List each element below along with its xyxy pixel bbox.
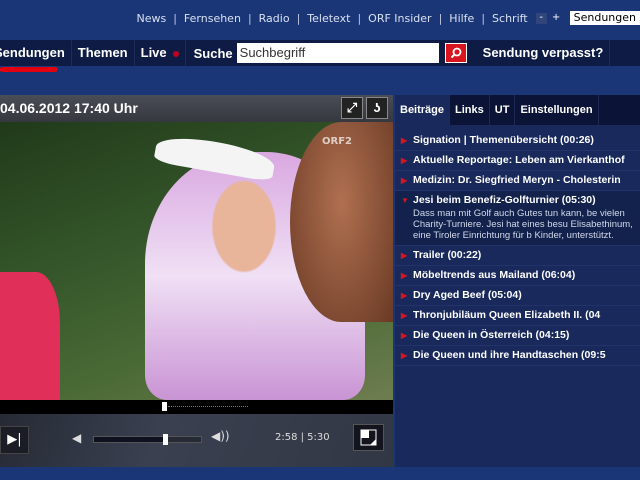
top-links: News | Fernsehen | Radio | Teletext | ORF In… [136,11,640,25]
segment-item[interactable]: ▶ Aktuelle Reportage: Leben am Vierkantho… [395,151,640,171]
link-orf-insider[interactable]: ORF Insider [368,12,431,25]
tab-beitraege[interactable]: Beiträge [395,95,451,125]
main-nav: Sendungen Themen Live Suche Suchbegriff … [0,40,640,66]
segment-item[interactable]: ▶ Die Queen in Österreich (04:15) [395,326,640,346]
tab-einstellungen[interactable]: Einstellungen [515,95,599,125]
link-news[interactable]: News [136,12,166,25]
segment-item[interactable]: ▶ Dry Aged Beef (05:04) [395,286,640,306]
speaker-low-icon: ◀ [72,431,82,445]
mute-button[interactable]: ◀ [72,431,81,445]
chevron-right-icon: ▶ [401,136,408,145]
chevron-right-icon: ▶ [401,331,408,340]
audio-description-icon[interactable]: ʖ [366,97,388,119]
speaker-high-icon: ◀)) [211,429,230,443]
segment-item[interactable]: ▶ Trailer (00:22) [395,246,640,266]
nav-themen[interactable]: Themen [72,40,135,66]
fullscreen-icon [360,429,377,446]
popout-icon[interactable]: ⤢ [341,97,363,119]
segment-title: Trailer (00:22) [413,249,482,261]
nav-sendungen[interactable]: Sendungen [0,40,72,66]
segment-item[interactable]: ▶ Thronjubiläum Queen Elizabeth II. (04 [395,306,640,326]
chevron-down-icon: ▼ [401,196,409,205]
link-radio[interactable]: Radio [259,12,290,25]
segment-description-line: Dass man mit Golf auch Gutes tun kann, b… [413,208,598,219]
font-smaller-button[interactable]: - [535,12,547,24]
nav-live-label: Live [140,45,167,60]
search-button[interactable] [444,43,467,63]
page-bottom [0,467,640,480]
segment-title: Thronjubiläum Queen Elizabeth II. (04 [413,309,601,321]
chevron-right-icon: ▶ [401,351,408,360]
link-fernsehen[interactable]: Fernsehen [184,12,241,25]
segment-item[interactable]: ▶ Medizin: Dr. Siegfried Meryn - Choleste… [395,171,640,191]
panel-tabs: Beiträge Links UT Einstellungen [395,95,640,125]
active-nav-indicator [0,67,57,72]
volume-handle[interactable] [162,434,168,445]
link-hilfe[interactable]: Hilfe [449,12,474,25]
font-larger-button[interactable]: + [551,12,562,24]
segment-title: Signation | Themenübersicht (00:26) [413,134,594,146]
volume-fill [94,437,165,442]
skip-next-button[interactable]: ▶| [0,426,29,454]
progress-handle[interactable] [162,402,167,411]
segment-item[interactable]: ▶ Signation | Themenübersicht (00:26) [395,131,640,151]
segment-title: Dry Aged Beef (05:04) [413,289,522,301]
volume-slider[interactable] [93,434,202,445]
progress-bar[interactable] [0,400,393,414]
segment-description-line: Kinder, unterstützt. [534,230,614,241]
tab-links[interactable]: Links [450,95,490,125]
tab-ut[interactable]: UT [490,95,516,125]
search-icon [450,47,462,59]
segment-title: Medizin: Dr. Siegfried Meryn - Cholester… [413,174,621,186]
link-teletext[interactable]: Teletext [307,12,350,25]
font-size-label: Schrift [492,11,528,25]
segment-title: Jesi beim Benefiz-Golfturnier (05:30) [413,194,596,206]
time-display: 2:58 | 5:30 [275,432,330,443]
broadcast-date: 04.06.2012 17:40 Uhr [0,100,138,116]
chevron-right-icon: ▶ [401,176,408,185]
segment-description: Dass man mit Golf auch Gutes tun kann, b… [413,208,636,241]
top-bar: News | Fernsehen | Radio | Teletext | ORF In… [0,0,640,38]
chevron-right-icon: ▶ [401,156,408,165]
chevron-right-icon: ▶ [401,291,408,300]
segment-item[interactable]: ▶ Möbeltrends aus Mailand (06:04) [395,266,640,286]
segment-item[interactable]: ▼ Jesi beim Benefiz-Golfturnier (05:30) Da… [395,191,640,246]
segment-list: ▶ Signation | Themenübersicht (00:26) ▶ Akt… [395,125,640,366]
person-right [290,122,393,322]
skip-next-icon: ▶| [7,432,22,447]
search-input[interactable]: Suchbegriff [236,43,439,63]
live-dot-icon [172,50,179,57]
video-frame[interactable]: ORF2 [0,122,393,400]
sendungen-select[interactable]: Sendungen [569,11,640,25]
chevron-right-icon: ▶ [401,311,408,320]
volume-max-button[interactable]: ◀)) [211,429,230,443]
player-header: 04.06.2012 17:40 Uhr ⤢ ʖ [0,95,393,122]
player-controls: ▶| ◀ ◀)) 2:58 | 5:30 [0,414,393,467]
segment-title: Aktuelle Reportage: Leben am Vierkanthof [413,154,625,166]
fullscreen-button[interactable] [353,424,384,451]
segment-title: Die Queen und ihre Handtaschen (09:5 [413,349,606,361]
sendung-verpasst-link[interactable]: Sendung verpasst? [477,40,611,66]
chevron-right-icon: ▶ [401,251,408,260]
chevron-right-icon: ▶ [401,271,408,280]
side-panel: Beiträge Links UT Einstellungen ▶ Signati… [395,95,640,467]
video-player: 04.06.2012 17:40 Uhr ⤢ ʖ ORF2 ▶| ◀ ◀)) 2… [0,95,393,467]
search-label: Suche [193,45,233,61]
segment-item[interactable]: ▶ Die Queen und ihre Handtaschen (09:5 [395,346,640,366]
segment-title: Möbeltrends aus Mailand (06:04) [413,269,576,281]
channel-logo: ORF2 [322,136,352,147]
person-left [0,272,60,400]
buffer-indicator [168,406,248,410]
segment-title: Die Queen in Österreich (04:15) [413,329,570,341]
nav-live[interactable]: Live [135,40,186,66]
